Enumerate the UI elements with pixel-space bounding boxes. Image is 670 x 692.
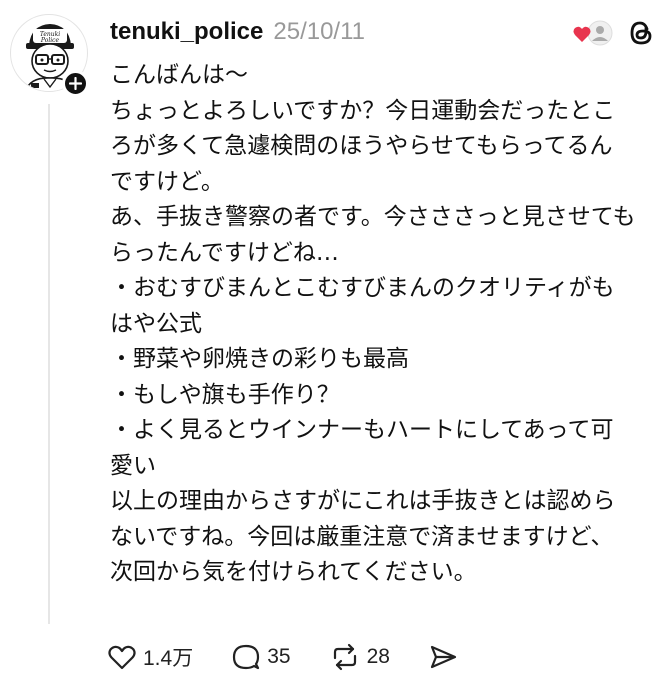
post-text-line: ・もしや旗も手作り？ <box>110 381 340 408</box>
send-icon <box>430 645 457 669</box>
post-header: tenuki_police 25/10/11 <box>110 18 365 50</box>
post-text-line: ちょっとよろしいですか？今日運動会だったとこ <box>110 97 616 124</box>
post-text-line: ですけど。 <box>110 168 224 195</box>
threads-logo[interactable] <box>626 18 656 52</box>
threads-logo-icon <box>630 21 652 45</box>
post-text-line: ・野菜や卵焼きの彩りも最高 <box>110 346 409 372</box>
post-body: こんばんは〜ちょっとよろしいですか？今日運動会だったとこ ろが多くて急遽検問のほう… <box>110 58 655 591</box>
repost-count: 28 <box>366 645 390 668</box>
post-text-line: ・よく見るとウインナーもハートにしてあって可 <box>110 417 614 443</box>
liked-by-indicator[interactable] <box>572 18 614 52</box>
username[interactable]: tenuki_police <box>110 18 263 46</box>
post-text-line: はや公式 <box>110 310 202 337</box>
repost-icon <box>333 643 356 671</box>
post-date: 25/10/11 <box>273 18 366 45</box>
action-bar: 1.4万 35 28 <box>107 640 496 674</box>
post-text-line: 次回から気を付けられてください。 <box>110 559 477 585</box>
heart-icon <box>108 645 136 670</box>
follow-button[interactable] <box>62 70 89 97</box>
post-text-line: ・おむすびまんとこむすびまんのクオリティがも <box>110 275 615 301</box>
cap-text-line2: Police <box>40 37 60 44</box>
post-text-line: ろが多くて急遽検問のほうやらせてもらってるん <box>110 133 613 159</box>
post-text-line: 愛い <box>110 452 156 479</box>
like-button[interactable]: 1.4万 <box>107 642 193 672</box>
share-button[interactable] <box>428 642 458 672</box>
top-icons <box>572 18 656 52</box>
reply-button[interactable]: 35 <box>231 642 291 672</box>
post-text-line: 以上の理由からさすがにこれは手抜きとは認めら <box>110 488 616 514</box>
like-count: 1.4万 <box>143 647 194 670</box>
post-text-line: らったんですけどね… <box>110 239 339 266</box>
post-text-line: ないですね。今回は厳重注意で済ませますけど、 <box>110 523 614 550</box>
post-text-line: こんばんは〜 <box>110 62 248 88</box>
repost-button[interactable]: 28 <box>329 642 390 672</box>
plus-icon <box>69 77 82 90</box>
thread-line <box>48 104 50 624</box>
post-text-line: あ、手抜き警察の者です。今さささっと見させても <box>110 204 636 230</box>
heart-user-icon <box>573 20 613 46</box>
author-avatar-wrap[interactable]: Tenuki Police <box>10 14 90 97</box>
reply-count: 35 <box>267 645 291 668</box>
comment-bubble-icon <box>233 644 260 670</box>
